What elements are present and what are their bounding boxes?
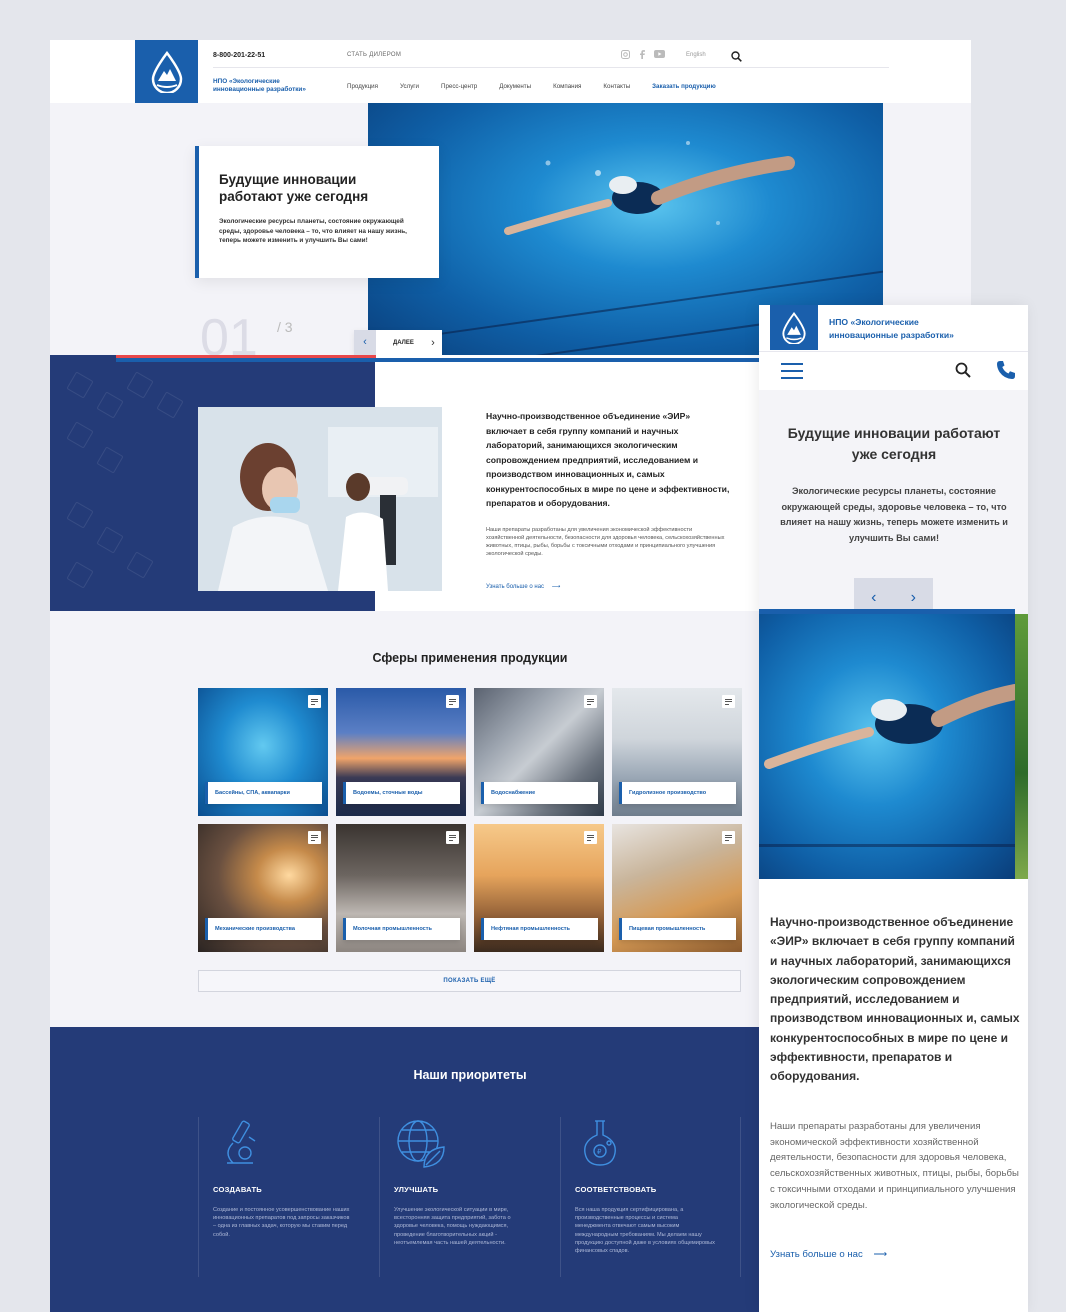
company-name-line-2: инновационные разработки» [829, 329, 954, 340]
search-icon[interactable] [955, 362, 971, 383]
sphere-tile[interactable]: Водоемы, сточные воды [336, 688, 466, 816]
priority-heading: СОЗДАВАТЬ [213, 1185, 262, 1194]
about-more-link-label: Узнать больше о нас [486, 584, 545, 590]
document-icon [722, 831, 735, 844]
company-name-line-1: НПО «Экологические [829, 317, 919, 327]
flask-icon: ₽ [575, 1117, 629, 1171]
chevron-right-icon: › [431, 336, 435, 349]
nav-item-contacts[interactable]: Контакты [603, 83, 630, 90]
sphere-tile[interactable]: Нефтяная промышленность [474, 824, 604, 952]
nav-item-company[interactable]: Компания [553, 83, 581, 90]
sphere-tile[interactable]: Молочная промышленность [336, 824, 466, 952]
mobile-hero-swimmer-image [759, 614, 1015, 879]
priority-text: Вся наша продукция сертифицирована, а пр… [575, 1207, 715, 1255]
lab-scientist-image [198, 407, 442, 591]
sphere-label: Бассейны, СПА, аквапарки [205, 782, 322, 804]
document-icon [584, 831, 597, 844]
priority-create: СОЗДАВАТЬ Создание и постоянное усоверше… [198, 1117, 379, 1277]
mobile-about-section: Научно-производственное объединение «ЭИР… [759, 879, 1028, 1312]
sphere-tile[interactable]: Пищевая промышленность [612, 824, 742, 952]
sphere-label: Молочная промышленность [343, 918, 460, 940]
sphere-tile[interactable]: Гидролизное производство [612, 688, 742, 816]
mobile-about-title: Научно-производственное объединение «ЭИР… [770, 915, 1020, 1084]
mobile-about-more-link[interactable]: Узнать больше о нас ⟶ [770, 1249, 887, 1260]
nav-item-documents[interactable]: Документы [499, 83, 531, 90]
header-divider [213, 67, 889, 68]
hero-title: Будущие инновации работают уже сегодня [219, 172, 369, 204]
header-phone[interactable]: 8-800-201-22-51 [213, 52, 265, 59]
menu-icon[interactable] [781, 363, 803, 384]
mobile-about-text: Наши препараты разработаны для увеличени… [770, 1121, 1019, 1211]
slide-total: / 3 [277, 319, 293, 335]
chevron-left-icon: ‹ [363, 336, 367, 348]
logo[interactable] [135, 40, 198, 103]
priority-text: Улучшение экологической ситуации в мире,… [394, 1207, 511, 1246]
about-text: Наши препараты разработаны для увеличени… [486, 527, 725, 557]
about-title: Научно-производственное объединение «ЭИР… [486, 411, 730, 508]
sphere-tile[interactable]: Бассейны, СПА, аквапарки [198, 688, 328, 816]
facebook-icon[interactable] [637, 50, 647, 59]
microscope-icon [213, 1117, 267, 1171]
sphere-tile[interactable]: Механические производства [198, 824, 328, 952]
next-slide-button[interactable]: › [424, 337, 442, 349]
priority-improve: УЛУЧШАТЬ Улучшение экологической ситуаци… [379, 1117, 560, 1277]
instagram-icon[interactable] [620, 50, 630, 59]
social-links [620, 50, 665, 59]
mobile-hero-title: Будущие инновации работают уже сегодня [787, 425, 1001, 462]
desktop-header: 8-800-201-22-51 СТАТЬ ДИЛЕРОМ English НП… [50, 40, 971, 103]
water-drop-logo-icon [782, 311, 806, 344]
header-divider [759, 351, 1028, 352]
document-icon [446, 695, 459, 708]
about-more-link-label: Узнать больше о нас [770, 1249, 863, 1260]
sphere-label: Водоснабжение [481, 782, 598, 804]
mobile-header: НПО «Экологические инновационные разрабо… [759, 305, 1028, 390]
company-name-line-2: инновационные разработки» [213, 86, 306, 93]
sphere-label: Пищевая промышленность [619, 918, 736, 940]
language-switch[interactable]: English [686, 52, 706, 58]
sphere-label: Механические производства [205, 918, 322, 940]
document-icon [308, 695, 321, 708]
priority-comply: ₽ СООТВЕТСТВОВАТЬ Вся наша продукция сер… [560, 1117, 741, 1277]
mobile-hero-text: Экологические ресурсы планеты, состояние… [780, 486, 1008, 543]
priority-heading: СООТВЕТСТВОВАТЬ [575, 1185, 657, 1194]
priority-text: Создание и постоянное усовершенствование… [213, 1207, 350, 1238]
sphere-label: Водоемы, сточные воды [343, 782, 460, 804]
prev-slide-button[interactable]: ‹ [354, 330, 376, 355]
hero-text: Экологические ресурсы планеты, состояние… [219, 218, 407, 244]
sphere-tile[interactable]: Водоснабжение [474, 688, 604, 816]
sphere-label: Нефтяная промышленность [481, 918, 598, 940]
main-nav: Продукция Услуги Пресс-центр Документы К… [347, 83, 738, 90]
svg-text:₽: ₽ [597, 1148, 602, 1156]
water-drop-logo-icon [151, 50, 182, 93]
hero-card: Будущие инновации работают уже сегодня Э… [195, 146, 439, 278]
next-slide-peek-image [1015, 614, 1028, 879]
next-slide-label[interactable]: ДАЛЕЕ [376, 340, 424, 346]
youtube-icon[interactable] [654, 50, 665, 59]
company-name-line-1: НПО «Экологические [213, 78, 280, 85]
nav-item-press[interactable]: Пресс-центр [441, 83, 477, 90]
mobile-company-name[interactable]: НПО «Экологические инновационные разрабо… [829, 316, 954, 341]
arrow-right-icon: ⟶ [873, 1249, 888, 1260]
mobile-logo[interactable] [770, 305, 818, 350]
slider-controls: ‹ ДАЛЕЕ › [354, 330, 442, 355]
document-icon [584, 695, 597, 708]
dealer-link[interactable]: СТАТЬ ДИЛЕРОМ [347, 52, 401, 58]
show-more-button[interactable]: ПОКАЗАТЬ ЕЩЁ [198, 970, 741, 992]
order-products-link[interactable]: Заказать продукцию [652, 83, 716, 90]
globe-leaf-icon [394, 1117, 448, 1171]
document-icon [308, 831, 321, 844]
nav-item-services[interactable]: Услуги [400, 83, 419, 90]
search-icon[interactable] [731, 49, 742, 67]
mobile-page: НПО «Экологические инновационные разрабо… [759, 305, 1028, 1312]
phone-icon[interactable] [996, 360, 1016, 385]
document-icon [722, 695, 735, 708]
priority-heading: УЛУЧШАТЬ [394, 1185, 439, 1194]
about-more-link[interactable]: Узнать больше о нас ⟶ [486, 583, 560, 590]
document-icon [446, 831, 459, 844]
arrow-right-icon: ⟶ [551, 584, 561, 590]
company-name[interactable]: НПО «Экологические инновационные разрабо… [213, 78, 323, 94]
nav-item-products[interactable]: Продукция [347, 83, 378, 90]
sphere-label: Гидролизное производство [619, 782, 736, 804]
